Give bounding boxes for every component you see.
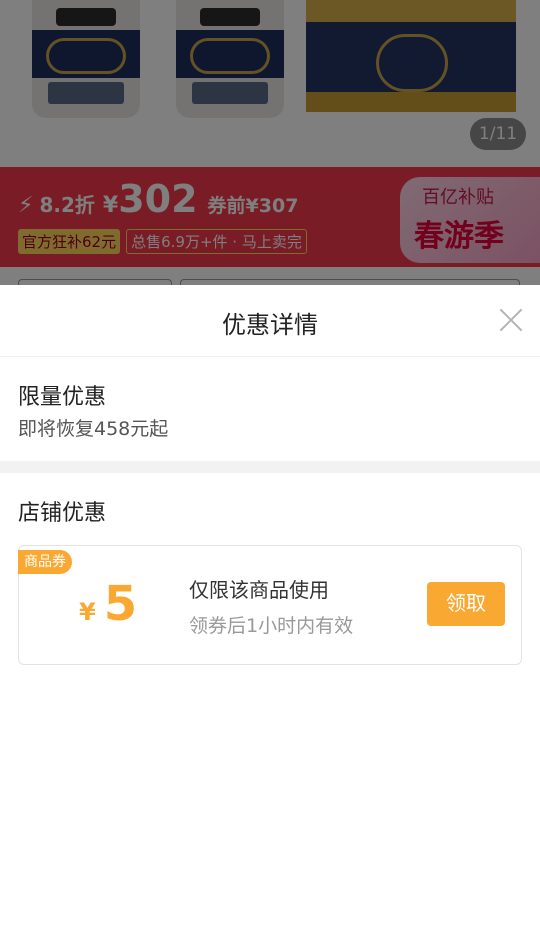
coupon-currency: ¥ [79,598,96,626]
limited-offer-title: 限量优惠 [18,385,107,410]
product-page-background: 1/11 ⚡ 8.2折 ¥ 302 券前¥307 官方狂补62元 总售6.9万+… [0,0,540,285]
coupon-validity: 领券后1小时内有效 [189,615,354,637]
discount-details-sheet: 优惠详情 限量优惠 即将恢复458元起 店铺优惠 商品券 ¥ 5 仅限该商品使用… [0,285,540,945]
shop-offer-section: 店铺优惠 商品券 ¥ 5 仅限该商品使用 领券后1小时内有效 领取 [0,473,540,665]
coupon-type-tag: 商品券 [18,550,72,574]
claim-coupon-button[interactable]: 领取 [427,582,505,626]
modal-overlay[interactable] [0,0,540,285]
shop-offer-title: 店铺优惠 [18,501,107,526]
close-icon[interactable] [498,307,524,333]
section-divider [0,461,540,473]
sheet-header: 优惠详情 [0,285,540,357]
limited-offer-subtitle: 即将恢复458元起 [18,418,169,440]
coupon-card: 商品券 ¥ 5 仅限该商品使用 领券后1小时内有效 领取 [18,545,522,665]
coupon-value: 5 [103,576,138,632]
coupon-scope: 仅限该商品使用 [189,578,329,602]
sheet-title: 优惠详情 [222,311,318,339]
coupon-amount: ¥ 5 [79,576,137,632]
limited-offer-section: 限量优惠 即将恢复458元起 [0,357,540,461]
coupon-description: 仅限该商品使用 领券后1小时内有效 [189,574,353,638]
